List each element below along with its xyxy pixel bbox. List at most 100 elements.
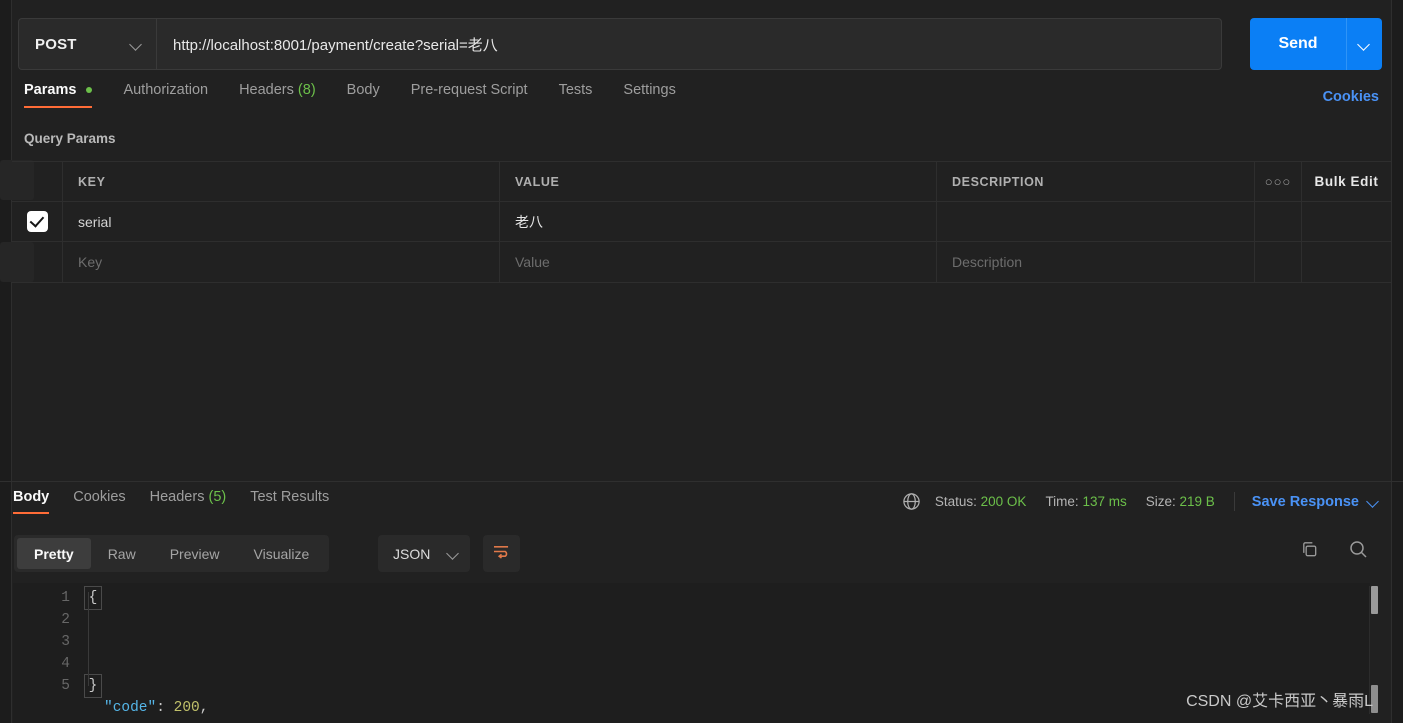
tab-settings-label: Settings: [623, 82, 676, 98]
time-value: 137 ms: [1082, 494, 1127, 509]
save-response-button[interactable]: Save Response: [1252, 494, 1379, 510]
globe-icon: [902, 492, 921, 511]
line-number: 4: [61, 656, 70, 672]
tab-authorization-label: Authorization: [123, 82, 209, 98]
response-tab-body-label: Body: [13, 489, 50, 505]
response-tabs: Body Cookies Headers (5) Test Results: [13, 489, 353, 514]
chevron-down-icon: [1359, 39, 1370, 50]
modified-dot-icon: [86, 87, 93, 94]
scrollbar-thumb-secondary[interactable]: [1371, 685, 1378, 713]
status-code: Status: 200 OK: [935, 494, 1027, 509]
tab-pre-request-script-label: Pre-request Script: [410, 82, 528, 98]
chevron-down-icon: [131, 39, 142, 50]
bulk-edit-label: Bulk Edit: [1314, 174, 1379, 189]
response-tab-headers-count: (5): [208, 489, 227, 505]
bulk-edit-button[interactable]: Bulk Edit: [1302, 162, 1391, 201]
url-input[interactable]: [156, 18, 1222, 70]
table-row: serial 老八: [12, 202, 1391, 242]
response-body-scrollbar[interactable]: [1369, 586, 1378, 714]
status-divider: [1233, 492, 1235, 511]
row-options: [1255, 202, 1302, 241]
chevron-down-icon: [1368, 496, 1379, 507]
response-divider: [0, 481, 1403, 482]
response-body-viewer[interactable]: 1 2 3 4 5 { } "code": 200, "message": "插…: [13, 583, 1370, 723]
header-value: VALUE: [500, 162, 937, 201]
response-time: Time: 137 ms: [1045, 494, 1126, 509]
response-tab-headers-label: Headers: [149, 489, 205, 505]
response-tab-test-results[interactable]: Test Results: [250, 489, 329, 514]
response-tab-cookies[interactable]: Cookies: [73, 489, 125, 514]
empty-row-key-input[interactable]: Key: [63, 242, 500, 282]
empty-row-description-input[interactable]: Description: [937, 242, 1255, 282]
status-label: Status:: [934, 494, 977, 509]
save-response-label: Save Response: [1251, 493, 1359, 510]
tab-params-label: Params: [24, 82, 77, 98]
response-size: Size: 219 B: [1146, 494, 1215, 509]
search-icon[interactable]: [1348, 539, 1368, 559]
line-number: 2: [61, 612, 70, 628]
tab-pre-request-script[interactable]: Pre-request Script: [411, 82, 528, 108]
send-button[interactable]: Send: [1250, 18, 1346, 70]
time-label: Time:: [1045, 494, 1079, 509]
header-key: KEY: [63, 162, 500, 201]
response-actions: [1300, 539, 1368, 559]
header-description: DESCRIPTION: [937, 162, 1255, 201]
view-mode-raw[interactable]: Raw: [91, 538, 153, 569]
tab-tests-label: Tests: [558, 82, 593, 98]
url-bar: POST Send: [18, 18, 1382, 70]
code-lines: "code": 200, "message": "插入数据库成功", "data…: [101, 587, 1370, 723]
send-button-group: Send: [1250, 18, 1382, 70]
cookies-link[interactable]: Cookies: [1323, 89, 1379, 105]
view-mode-pretty[interactable]: Pretty: [17, 538, 91, 569]
table-options-button[interactable]: ○○○: [1255, 162, 1302, 201]
copy-icon[interactable]: [1300, 540, 1319, 559]
table-header-row: KEY VALUE DESCRIPTION ○○○ Bulk Edit: [12, 162, 1391, 202]
word-wrap-icon: [493, 544, 510, 564]
response-format-dropdown[interactable]: JSON: [378, 535, 470, 572]
line-number: 3: [61, 634, 70, 650]
row-value[interactable]: 老八: [500, 202, 937, 241]
response-view-modes: Pretty Raw Preview Visualize: [14, 535, 330, 572]
response-tab-test-results-label: Test Results: [250, 489, 330, 505]
response-status-bar: Status: 200 OK Time: 137 ms Size: 219 B …: [902, 492, 1379, 511]
line-number: 1: [61, 590, 70, 606]
scrollbar-thumb[interactable]: [1371, 586, 1378, 614]
word-wrap-button[interactable]: [483, 535, 520, 572]
view-mode-visualize[interactable]: Visualize: [237, 538, 327, 569]
line-numbers: 1 2 3 4 5: [13, 587, 85, 723]
tab-tests[interactable]: Tests: [559, 82, 593, 108]
empty-row-value-input[interactable]: Value: [500, 242, 937, 282]
row-key[interactable]: serial: [63, 202, 500, 241]
tab-body-label: Body: [346, 82, 380, 98]
code-line: "code": 200,: [104, 700, 209, 716]
tab-settings[interactable]: Settings: [623, 82, 675, 108]
header-checkbox-cell: [12, 162, 63, 201]
postman-window: POST Send Params Authorization Headers (…: [0, 0, 1403, 723]
right-rail: [1391, 0, 1403, 723]
empty-row-spacer: [1302, 242, 1391, 282]
tab-headers[interactable]: Headers (8): [239, 82, 316, 108]
query-params-title: Query Params: [24, 131, 116, 146]
response-tab-headers[interactable]: Headers (5): [150, 489, 227, 514]
send-options-button[interactable]: [1346, 18, 1382, 70]
indent-guide: [88, 592, 89, 686]
request-tabs: Params Authorization Headers (8) Body Pr…: [24, 82, 1370, 118]
tab-authorization[interactable]: Authorization: [123, 82, 208, 108]
response-tab-cookies-label: Cookies: [73, 489, 126, 505]
row-checkbox[interactable]: [26, 211, 48, 232]
size-label: Size:: [1145, 494, 1176, 509]
http-method-dropdown[interactable]: POST: [18, 18, 156, 70]
table-row-empty: Key Value Description: [12, 242, 1391, 282]
row-description[interactable]: [937, 202, 1255, 241]
row-checkbox-cell: [12, 202, 63, 241]
tab-params[interactable]: Params: [24, 82, 93, 108]
http-method-label: POST: [35, 35, 77, 53]
response-tab-body[interactable]: Body: [13, 489, 50, 514]
status-value: 200 OK: [980, 494, 1027, 509]
tab-headers-label: Headers: [239, 82, 294, 98]
tab-body[interactable]: Body: [347, 82, 380, 108]
size-value: 219 B: [1179, 494, 1215, 509]
view-mode-preview[interactable]: Preview: [153, 538, 237, 569]
response-format-label: JSON: [393, 545, 431, 562]
